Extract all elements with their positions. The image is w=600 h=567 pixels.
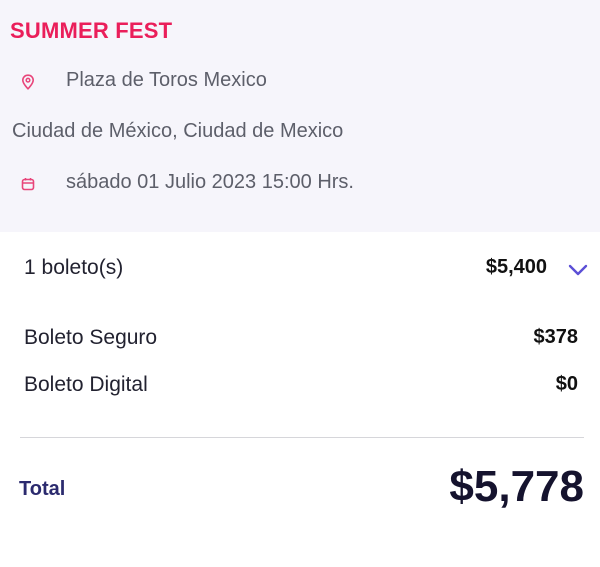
map-pin-icon	[20, 74, 36, 90]
digital-ticket-row: Boleto Digital $0	[0, 373, 600, 403]
total-label: Total	[19, 478, 66, 500]
event-title: SUMMER FEST	[10, 18, 173, 43]
insurance-row: Boleto Seguro $378	[0, 326, 600, 356]
tickets-price: $5,400	[485, 256, 547, 278]
digital-ticket-label: Boleto Digital	[24, 373, 148, 396]
event-date: sábado 01 Julio 2023 15:00 Hrs.	[66, 171, 354, 193]
event-city: Ciudad de México, Ciudad de Mexico	[12, 120, 344, 142]
calendar-icon	[20, 176, 36, 192]
insurance-label: Boleto Seguro	[24, 326, 158, 349]
event-venue: Plaza de Toros Mexico	[66, 69, 267, 91]
chevron-down-icon	[568, 264, 588, 276]
tickets-row[interactable]: 1 boleto(s) $5,400	[0, 256, 600, 286]
expand-tickets-button[interactable]	[562, 254, 594, 286]
summary-divider	[20, 437, 584, 438]
insurance-price: $378	[533, 326, 579, 348]
digital-ticket-price: $0	[555, 373, 578, 395]
tickets-label: 1 boleto(s)	[24, 256, 124, 279]
total-value: $5,778	[449, 462, 584, 511]
event-info-panel: SUMMER FEST Plaza de Toros Mexico Ciudad…	[0, 0, 600, 232]
